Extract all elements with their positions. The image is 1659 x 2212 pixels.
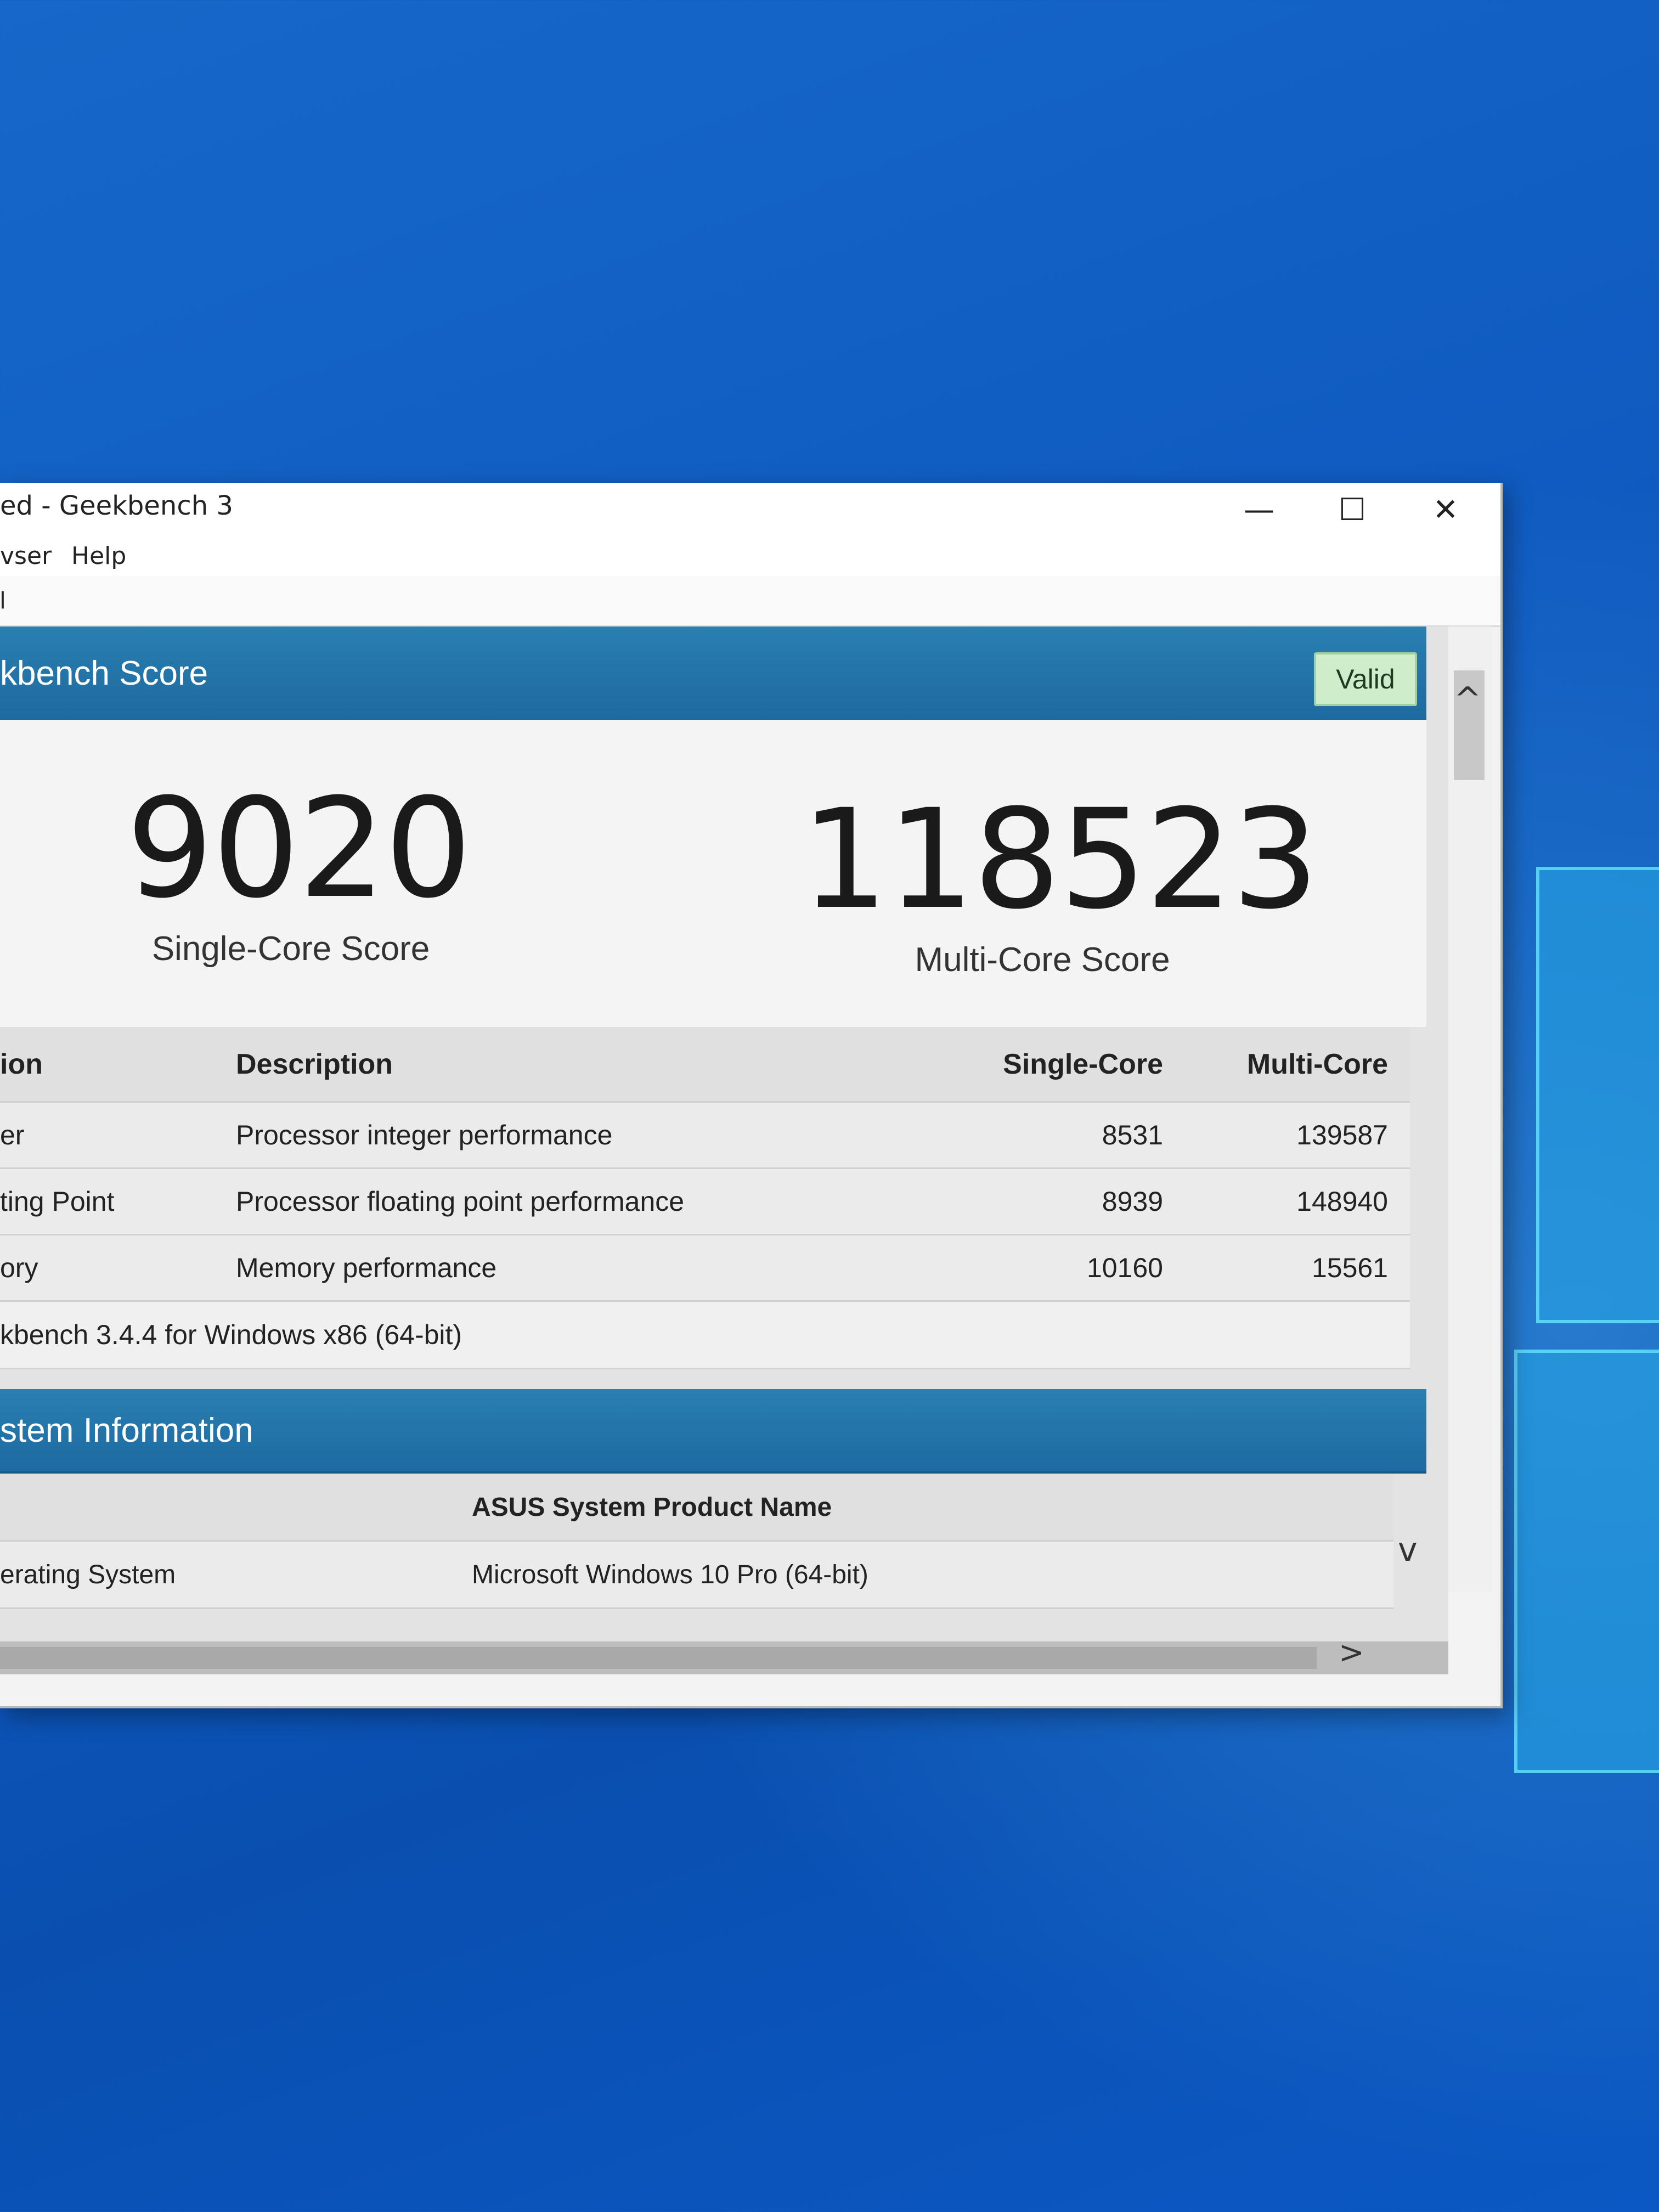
toolbar: l [0,576,1500,627]
vertical-scrollbar[interactable] [1448,627,1492,1592]
row-multi-core: 139587 [1296,1120,1388,1150]
menu-bar: vser Help [0,532,1500,576]
toolbar-item[interactable]: l [0,587,5,614]
score-section-title: kbench Score [0,654,208,692]
geekbench-window: ed - Geekbench 3 — ☐ ✕ vser Help l kbenc… [0,483,1503,1708]
table-row[interactable]: ting Point Processor floating point perf… [0,1169,1410,1235]
scroll-down-icon[interactable]: v [1398,1531,1418,1569]
row-name: ory [0,1252,38,1283]
multi-core-score-value: 118523 [801,780,1319,939]
column-header-description: Description [236,1048,393,1080]
results-content: kbench Score Valid 9020 Single-Core Scor… [0,627,1448,1641]
maximize-button[interactable]: ☐ [1317,488,1388,532]
version-text: kbench 3.4.4 for Windows x86 (64-bit) [0,1319,462,1350]
row-multi-core: 148940 [1296,1186,1388,1217]
row-multi-core: 15561 [1311,1252,1388,1283]
system-info-label [0,1474,450,1540]
score-section-header: kbench Score Valid [0,627,1426,722]
row-description: Processor integer performance [236,1120,613,1150]
column-header-section: ion [0,1048,43,1080]
scroll-up-icon[interactable]: ^ [1454,680,1481,719]
scores-panel: 9020 Single-Core Score 118523 Multi-Core… [0,720,1426,1027]
system-info-value: Microsoft Windows 10 Pro (64-bit) [472,1560,868,1589]
table-row[interactable]: ory Memory performance 10160 15561 [0,1235,1410,1302]
system-info-row[interactable]: erating System Microsoft Windows 10 Pro … [0,1542,1393,1609]
system-info-table: ASUS System Product Name erating System … [0,1474,1393,1609]
row-single-core: 8939 [1102,1186,1163,1217]
minimize-button[interactable]: — [1223,488,1295,532]
valid-badge: Valid [1314,652,1417,706]
table-row[interactable]: er Processor integer performance 8531 13… [0,1103,1410,1169]
table-footer-row: kbench 3.4.4 for Windows x86 (64-bit) [0,1302,1410,1369]
multi-core-score: 118523 Multi-Core Score [801,780,1319,979]
row-name: er [0,1120,25,1150]
row-name: ting Point [0,1186,115,1217]
horizontal-scrollbar[interactable] [0,1641,1448,1674]
scroll-right-icon[interactable]: > [1339,1635,1364,1671]
single-core-score-value: 9020 [126,769,472,928]
column-header-single-core: Single-Core [1003,1048,1163,1080]
window-title: ed - Geekbench 3 [0,490,233,521]
row-single-core: 8531 [1102,1120,1163,1150]
close-button[interactable]: ✕ [1410,488,1481,532]
multi-core-score-label: Multi-Core Score [915,941,1170,979]
system-info-label: erating System [0,1560,176,1589]
system-info-header: stem Information [0,1389,1426,1474]
row-description: Memory performance [236,1252,497,1283]
menu-help[interactable]: Help [71,542,126,570]
row-description: Processor floating point performance [236,1186,685,1217]
windows-logo-pane-top [1536,867,1659,1323]
single-core-score: 9020 Single-Core Score [126,769,472,968]
menu-browser[interactable]: vser [0,542,52,570]
system-info-value: ASUS System Product Name [472,1492,832,1522]
results-table: ion Description Single-Core Multi-Core e… [0,1027,1410,1369]
system-info-title: stem Information [0,1412,253,1449]
single-core-score-label: Single-Core Score [151,930,430,968]
table-header-row: ion Description Single-Core Multi-Core [0,1027,1410,1103]
row-single-core: 10160 [1086,1252,1163,1283]
horizontal-scrollbar-thumb[interactable] [0,1647,1317,1669]
windows-logo-pane-bottom [1514,1350,1659,1773]
column-header-multi-core: Multi-Core [1246,1048,1388,1080]
title-bar[interactable]: ed - Geekbench 3 — ☐ ✕ [0,483,1500,532]
system-info-row[interactable]: ASUS System Product Name [0,1474,1393,1542]
